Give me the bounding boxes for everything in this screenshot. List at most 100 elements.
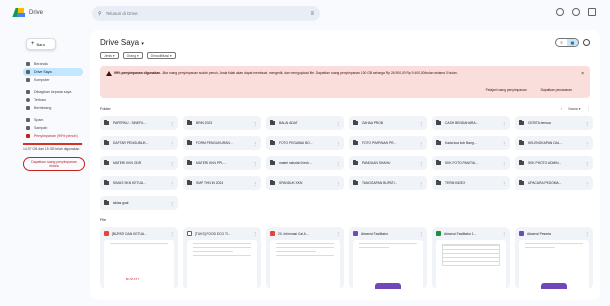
folder-item[interactable]: TANGGAPAN BUPATI... ⋮ <box>349 176 427 190</box>
get-offer-link[interactable]: Dapatkan penawaran <box>541 88 572 92</box>
more-options-icon[interactable]: ⋮ <box>419 121 423 126</box>
more-options-icon[interactable]: ⋮ <box>585 141 589 146</box>
more-options-icon[interactable]: ⋮ <box>502 181 506 186</box>
search-icon[interactable]: ⚲ <box>98 11 102 17</box>
more-options-icon[interactable]: ⋮ <box>336 141 340 146</box>
more-options-icon[interactable]: ⋮ <box>502 231 506 236</box>
folder-item[interactable]: SPANDUK KKN ⋮ <box>266 176 344 190</box>
more-options-icon[interactable]: ⋮ <box>502 141 506 146</box>
folder-item[interactable]: KELENGKAPAN DAL... ⋮ <box>515 136 593 150</box>
more-options-icon[interactable]: ⋮ <box>502 121 506 126</box>
more-options-icon[interactable]: ⋮ <box>336 181 340 186</box>
filter-modified[interactable]: Dimodifikasi ▾ <box>146 52 176 59</box>
more-options-icon[interactable]: ⋮ <box>253 121 257 126</box>
apps-icon[interactable] <box>588 8 596 16</box>
more-options-icon[interactable]: ⋮ <box>585 121 589 126</box>
folder-icon <box>104 140 109 145</box>
sidebar-item-storage[interactable]: Penyimpanan (99% penuh) <box>23 132 83 140</box>
file-card[interactable]: Absensi Fasilitator 1... ⋮ <box>432 227 510 289</box>
info-icon[interactable] <box>583 39 590 46</box>
sort-by-name[interactable]: Nama ▾ <box>568 107 580 111</box>
sidebar-item-shared[interactable]: Dibagikan kepada saya <box>23 88 83 96</box>
more-options-icon[interactable]: ⋮ <box>336 121 340 126</box>
folder-item[interactable]: SKK FOTO PANITIA... ⋮ <box>432 156 510 170</box>
drive-logo[interactable]: Drive <box>12 8 43 17</box>
sidebar-item-computers[interactable]: Komputer <box>23 76 83 84</box>
folder-item[interactable]: BRIN 2023 ⋮ <box>183 116 261 130</box>
folder-name: Kada kua koh Bang... <box>445 141 477 145</box>
new-button[interactable]: + Baru <box>26 38 56 50</box>
sidebar-item-spam[interactable]: Spam <box>23 116 83 124</box>
more-options-icon[interactable]: ⋮ <box>419 141 423 146</box>
folder-item[interactable]: Kada kua koh Bang... ⋮ <box>432 136 510 150</box>
more-options-icon[interactable]: ⋮ <box>170 121 174 126</box>
more-options-icon[interactable]: ⋮ <box>253 181 257 186</box>
folder-item[interactable]: FOTO PIMPINAN PR... ⋮ <box>349 136 427 150</box>
folder-item[interactable]: MATERI KKN PPL... ⋮ <box>183 156 261 170</box>
more-options-icon[interactable]: ⋮ <box>253 231 257 236</box>
folder-item[interactable]: SMP THN IN 2024 ⋮ <box>183 176 261 190</box>
more-options-icon[interactable]: ⋮ <box>585 231 589 236</box>
folder-item[interactable]: UPACARA PEDOMA... ⋮ <box>515 176 593 190</box>
more-options-icon[interactable]: ⋮ <box>170 161 174 166</box>
folder-item[interactable]: SIMUS SKN KETUA... ⋮ <box>100 176 178 190</box>
sort-arrow-icon[interactable]: ↑ <box>561 107 563 111</box>
more-options-icon[interactable]: ⋮ <box>253 161 257 166</box>
folder-item[interactable]: PANDUAN SHAHU ⋮ <box>349 156 427 170</box>
more-options-icon[interactable]: ⋮ <box>419 161 423 166</box>
folder-item[interactable]: PAPERKU - SINEFIL... ⋮ <box>100 116 178 130</box>
more-options-icon[interactable]: ⋮ <box>336 161 340 166</box>
file-card[interactable]: [BUPATI DAN KETUA... ⋮ BUPATI <box>100 227 178 289</box>
more-options-icon[interactable]: ⋮ <box>170 231 174 236</box>
folder-item[interactable]: SKK PHOTO ADMIN... ⋮ <box>515 156 593 170</box>
more-options-icon[interactable]: ⋮ <box>419 231 423 236</box>
grid-view-icon[interactable]: ▦ <box>567 39 578 46</box>
folder-item[interactable]: BALAI ADAT ⋮ <box>266 116 344 130</box>
more-options-icon[interactable]: ⋮ <box>419 181 423 186</box>
file-card[interactable]: [TUKS] FOOD ECO TI... ⋮ <box>183 227 261 289</box>
sidebar-item-trash[interactable]: Sampah <box>23 124 83 132</box>
more-options-icon[interactable]: ⋮ <box>585 181 589 186</box>
folder-item[interactable]: CASH BENDAHARA... ⋮ <box>432 116 510 130</box>
file-card[interactable]: Absensi Fasilitator ⋮ <box>349 227 427 289</box>
folder-item[interactable]: MATERI KKN ODR ⋮ <box>100 156 178 170</box>
folder-item[interactable]: ZAHAA PROB ⋮ <box>349 116 427 130</box>
folder-item[interactable]: FOTO PEGAWAI BO... ⋮ <box>266 136 344 150</box>
settings-icon[interactable] <box>572 8 580 16</box>
more-options-icon[interactable]: ⋮ <box>170 181 174 186</box>
more-options-icon[interactable]: ⋮ <box>170 201 174 206</box>
folder-name: PAPERKU - SINEFIL... <box>113 121 147 125</box>
more-options-icon[interactable]: ⋮ <box>336 231 340 236</box>
search-bar[interactable]: ⚲ ≡ <box>92 6 320 21</box>
filter-type[interactable]: Jenis ▾ <box>100 52 119 59</box>
folder-name: DAFTAR PENGUBLIK... <box>113 141 149 145</box>
list-view-icon[interactable]: ≡ <box>556 39 567 46</box>
sidebar-item-home[interactable]: Beranda <box>23 60 83 68</box>
more-options-icon[interactable]: ⋮ <box>585 161 589 166</box>
file-thumbnail <box>519 240 589 289</box>
get-more-storage-button[interactable]: Dapatkan ruang penyimpanan ekstra <box>23 156 85 171</box>
more-options-icon[interactable]: ⋮ <box>502 161 506 166</box>
folder-item[interactable]: CERITA bersua ⋮ <box>515 116 593 130</box>
search-input[interactable] <box>105 11 286 16</box>
folder-item[interactable]: DAFTAR PENGUBLIK... ⋮ <box>100 136 178 150</box>
file-card[interactable]: Absensi Peserta ⋮ <box>515 227 593 289</box>
folder-item[interactable]: materi sekolah Kesh... ⋮ <box>266 156 344 170</box>
folder-item[interactable]: FORM PENGUKURAN... ⋮ <box>183 136 261 150</box>
filter-people[interactable]: Orang ▾ <box>122 52 143 59</box>
learn-storage-link[interactable]: Pelajari ruang penyimpanan <box>486 88 527 92</box>
help-icon[interactable] <box>556 8 564 16</box>
folder-item[interactable]: TERM INDEX ⋮ <box>432 176 510 190</box>
close-icon[interactable]: × <box>581 71 584 77</box>
folder-item[interactable]: siklas goal ⋮ <box>100 196 178 210</box>
more-options-icon[interactable]: ⋮ <box>587 107 591 111</box>
page-title[interactable]: Drive Saya ▾ <box>100 38 144 47</box>
search-options-icon[interactable]: ≡ <box>310 11 314 17</box>
file-card[interactable]: 20. Informasi Cal A... ⋮ <box>266 227 344 289</box>
more-options-icon[interactable]: ⋮ <box>253 141 257 146</box>
sidebar-item-my-drive[interactable]: Drive Saya <box>23 68 83 76</box>
folder-icon <box>436 180 441 185</box>
sidebar-item-recent[interactable]: Terbaru <box>23 96 83 104</box>
more-options-icon[interactable]: ⋮ <box>170 141 174 146</box>
sidebar-item-starred[interactable]: Berbintang <box>23 104 83 112</box>
